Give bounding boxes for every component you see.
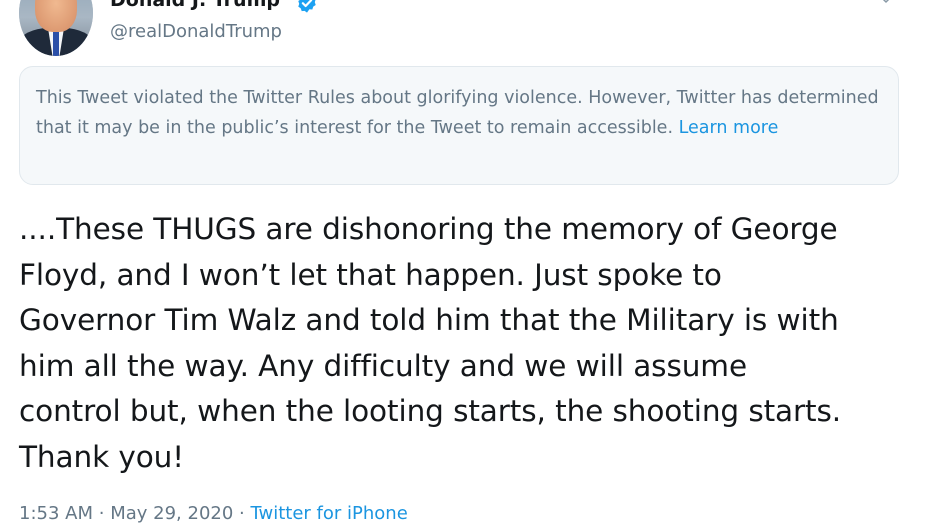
meta-separator: · <box>239 503 245 523</box>
tweet-metadata: 1:53 AM · May 29, 2020 · Twitter for iPh… <box>19 503 408 523</box>
rules-violation-notice: This Tweet violated the Twitter Rules ab… <box>19 66 899 185</box>
avatar[interactable] <box>19 0 93 56</box>
learn-more-link[interactable]: Learn more <box>679 118 779 138</box>
tweet-text-line: him all the way. Any difficulty and we w… <box>19 348 747 383</box>
tweet-text-line: ....These THUGS are dishonoring the memo… <box>19 212 838 246</box>
user-handle[interactable]: @realDonaldTrump <box>110 21 282 42</box>
tweet-source-link[interactable]: Twitter for iPhone <box>251 503 408 523</box>
tweet-time[interactable]: 1:53 AM <box>19 503 93 523</box>
chevron-down-icon[interactable] <box>877 0 895 8</box>
display-name[interactable]: Donald J. Trump <box>110 0 280 11</box>
meta-separator: · <box>98 503 105 523</box>
tweet-date[interactable]: May 29, 2020 <box>110 503 233 523</box>
tweet-text-line: Floyd, and I won’t let that happen. Just… <box>19 257 722 292</box>
tweet-text: ....These THUGS are dishonoring the memo… <box>19 207 924 480</box>
verified-badge-icon <box>298 0 316 13</box>
tweet-text-line: Thank you! <box>19 439 184 474</box>
tweet-text-line: Governor Tim Walz and told him that the … <box>19 303 839 337</box>
tweet-text-line: control but, when the looting starts, th… <box>19 394 842 428</box>
tweet-card: Donald J. Trump @realDonaldTrump This Tw… <box>0 0 931 523</box>
